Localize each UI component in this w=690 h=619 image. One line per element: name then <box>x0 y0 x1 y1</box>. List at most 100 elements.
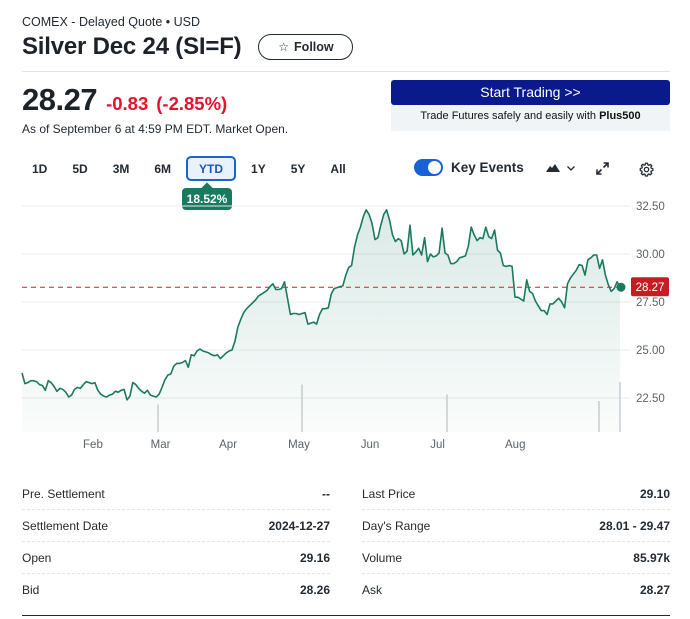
price-change: -0.83 <box>106 93 149 114</box>
data-point <box>537 304 540 307</box>
settings-button[interactable] <box>639 162 654 182</box>
current-price: 28.27 <box>22 82 98 117</box>
data-point <box>44 389 47 392</box>
data-point <box>228 349 231 352</box>
ad-text[interactable]: Trade Futures safely and easily with Plu… <box>391 110 670 122</box>
as-of-timestamp: As of September 6 at 4:59 PM EDT. Market… <box>22 122 289 136</box>
data-point <box>114 390 117 393</box>
data-point <box>525 278 528 281</box>
data-point <box>280 287 283 290</box>
toggle-knob <box>428 161 441 174</box>
data-point <box>505 265 508 268</box>
data-point <box>443 252 446 255</box>
data-point <box>449 262 452 265</box>
data-point <box>38 383 41 386</box>
stat-label: Open <box>22 550 52 565</box>
follow-button[interactable]: ☆ Follow <box>258 34 354 60</box>
start-trading-button[interactable]: Start Trading >> <box>391 80 670 105</box>
tab-1d[interactable]: 1D <box>22 156 57 181</box>
chevron-down-icon <box>566 165 575 171</box>
data-point <box>417 247 420 250</box>
key-events-toggle[interactable] <box>414 159 443 176</box>
stat-row-days-range: Day's Range 28.01 - 29.47 <box>362 510 670 542</box>
tab-all[interactable]: All <box>320 156 355 181</box>
data-point <box>53 385 56 388</box>
data-point <box>473 233 476 236</box>
data-point <box>268 285 271 288</box>
data-point <box>484 226 487 229</box>
data-point <box>461 255 464 258</box>
data-point <box>531 292 534 295</box>
price-area <box>22 209 620 432</box>
data-point <box>557 297 560 300</box>
data-point <box>446 253 449 256</box>
data-point <box>478 236 481 239</box>
exchange-line: COMEX - Delayed Quote • USD <box>22 15 201 29</box>
data-point <box>373 238 376 241</box>
data-point <box>225 351 228 354</box>
stat-row-volume: Volume 85.97k <box>362 542 670 574</box>
tab-5d[interactable]: 5D <box>62 156 97 181</box>
last-price-tag-label: 28.27 <box>636 282 665 294</box>
data-point <box>23 382 26 385</box>
data-point <box>91 382 94 385</box>
data-point <box>350 264 353 267</box>
data-point <box>411 253 414 256</box>
price-row: 28.27 -0.83 (-2.85%) <box>22 82 227 118</box>
data-point <box>607 283 610 286</box>
data-point <box>204 350 207 353</box>
data-point <box>554 300 557 303</box>
ad-text-prefix: Trade Futures safely and easily with <box>420 110 600 122</box>
data-point <box>379 224 382 227</box>
gear-icon <box>639 162 654 177</box>
ad-banner: Start Trading >> Trade Futures safely an… <box>391 80 670 131</box>
data-point <box>146 389 149 392</box>
star-icon: ☆ <box>278 40 290 54</box>
title-row: Silver Dec 24 (SI=F) ☆ Follow <box>22 33 354 61</box>
last-price-tag: 28.27 <box>631 277 669 297</box>
data-point <box>432 255 435 258</box>
data-point <box>190 353 193 356</box>
stat-label: Bid <box>22 583 40 597</box>
chart-type-dropdown[interactable] <box>545 163 576 173</box>
stat-value: 28.01 - 29.47 <box>599 518 670 533</box>
data-point <box>161 386 164 389</box>
tab-3m[interactable]: 3M <box>103 156 140 181</box>
data-point <box>96 389 99 392</box>
data-point <box>563 306 566 309</box>
data-point <box>35 380 38 383</box>
x-tick-label: May <box>288 439 310 451</box>
last-price-dot <box>616 282 626 292</box>
tab-5y[interactable]: 5Y <box>281 156 316 181</box>
x-tick-label: Apr <box>219 439 237 451</box>
data-point <box>271 282 274 285</box>
data-point <box>391 233 394 236</box>
data-point <box>540 309 543 312</box>
tab-ytd[interactable]: YTD <box>186 156 237 181</box>
data-point <box>155 396 158 399</box>
data-point <box>149 394 152 397</box>
data-point <box>403 253 406 256</box>
data-point <box>198 348 201 351</box>
x-tick-label: Jun <box>361 439 380 451</box>
stat-value: 29.16 <box>299 550 330 565</box>
tab-6m[interactable]: 6M <box>144 156 181 181</box>
data-point <box>47 379 50 382</box>
y-axis: 32.50 30.00 27.50 25.00 22.50 <box>636 201 665 405</box>
divider <box>22 71 670 72</box>
data-point <box>260 293 263 296</box>
data-point <box>566 282 569 285</box>
data-point <box>26 381 29 384</box>
price-chart[interactable]: 32.50 30.00 27.50 25.00 22.50 Feb Mar Apr May Ju… <box>0 195 690 460</box>
tab-1y[interactable]: 1Y <box>241 156 276 181</box>
data-point <box>464 254 467 257</box>
data-point <box>341 284 344 287</box>
expand-button[interactable] <box>596 162 609 180</box>
data-point <box>120 389 123 392</box>
data-point <box>131 381 134 384</box>
data-point <box>487 235 490 238</box>
data-point <box>455 260 458 263</box>
data-point <box>592 253 595 256</box>
data-point <box>336 286 339 289</box>
stat-label: Last Price <box>362 486 416 501</box>
